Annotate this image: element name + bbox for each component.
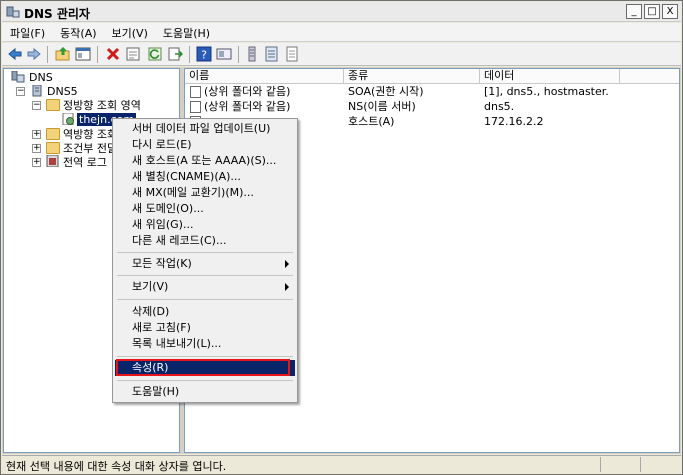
menu-item-export-list[interactable]: 목록 내보내기(L)...	[115, 336, 295, 352]
menu-item-update-server-data-file[interactable]: 서버 데이터 파일 업데이트(U)	[115, 121, 295, 137]
content-area: DNS − DNS5 − 정방향 조회 영역 thejn.com + 역방향 조…	[2, 67, 681, 454]
server-list-icon[interactable]	[244, 46, 260, 62]
menu-item-new-delegation[interactable]: 새 위임(G)...	[115, 217, 295, 233]
tree-node-server[interactable]: − DNS5	[4, 84, 174, 98]
maximize-button[interactable]: □	[644, 4, 660, 19]
menu-item-new-mx[interactable]: 새 MX(메일 교환기)(M)...	[115, 185, 295, 201]
forward-arrow-icon[interactable]	[26, 46, 42, 62]
tree-node-dns[interactable]: DNS	[4, 70, 174, 84]
cell-type: SOA(권한 시작)	[348, 85, 424, 98]
menu-item-other-new-records[interactable]: 다른 새 레코드(C)...	[115, 233, 295, 249]
dns-manager-window: DNS 관리자 _ □ X 파일(F) 동작(A) 보기(V) 도움말(H) ?…	[0, 0, 683, 475]
tree-node-forward-zone[interactable]: − 정방향 조회 영역	[4, 98, 174, 112]
menu-separator	[117, 252, 293, 253]
menu-separator	[117, 275, 293, 276]
dns-zone-icon[interactable]	[264, 46, 280, 62]
properties-icon[interactable]	[125, 46, 141, 62]
menu-help[interactable]: 도움말(H)	[155, 23, 217, 41]
tree-label-conditional-forwarders: 조건부 전달	[63, 142, 118, 155]
cell-data: 172.16.2.2	[484, 115, 544, 128]
folder-icon	[46, 128, 60, 140]
menu-separator	[117, 380, 293, 381]
show-hide-console-tree-icon[interactable]	[75, 46, 91, 62]
expander-plus[interactable]: +	[32, 158, 41, 167]
tree-label-reverse-zone: 역방향 조회	[63, 128, 118, 141]
expander-plus[interactable]: +	[32, 144, 41, 153]
cell-data: dns5.	[484, 100, 515, 113]
column-headers: 이름 종류 데이터	[185, 69, 679, 84]
expander-minus[interactable]: −	[32, 101, 41, 110]
expander-minus[interactable]: −	[16, 87, 25, 96]
tree-label-server: DNS5	[47, 85, 78, 98]
menu-separator	[117, 299, 293, 300]
record-icon	[190, 86, 201, 98]
column-header-name[interactable]: 이름	[185, 69, 344, 84]
menu-item-new-alias[interactable]: 새 별칭(CNAME)(A)...	[115, 169, 295, 185]
close-button[interactable]: X	[662, 4, 678, 19]
menu-item-all-tasks[interactable]: 모든 작업(K)	[115, 256, 295, 272]
minimize-button[interactable]: _	[626, 4, 642, 19]
folder-icon	[46, 99, 60, 111]
annotation-highlight-box	[116, 359, 290, 376]
tree-label-dns: DNS	[29, 71, 53, 84]
menu-view[interactable]: 보기(V)	[104, 23, 155, 41]
menu-separator	[117, 356, 293, 357]
record-icon	[190, 101, 201, 113]
menu-item-view-label: 보기(V)	[132, 280, 169, 293]
event-log-icon	[46, 155, 59, 167]
menu-item-all-tasks-label: 모든 작업(K)	[132, 257, 192, 270]
submenu-arrow-icon	[285, 283, 289, 291]
menu-action[interactable]: 동작(A)	[52, 23, 103, 41]
column-header-type[interactable]: 종류	[344, 69, 480, 84]
export-list-icon[interactable]	[167, 46, 183, 62]
title-bar[interactable]: DNS 관리자 _ □ X	[2, 2, 681, 22]
toolbar-separator	[47, 46, 48, 63]
menu-bar: 파일(F) 동작(A) 보기(V) 도움말(H)	[2, 23, 681, 42]
status-panel	[640, 457, 680, 472]
menu-item-help[interactable]: 도움말(H)	[115, 384, 295, 400]
tree-label-global-logs: 전역 로그	[63, 156, 107, 169]
refresh-icon[interactable]	[147, 46, 163, 62]
window-controls: _ □ X	[626, 4, 678, 19]
record-list-icon[interactable]	[284, 46, 300, 62]
up-folder-icon[interactable]	[55, 46, 71, 62]
dns-app-icon	[6, 6, 20, 18]
cell-data: [1], dns5., hostmaster.	[484, 85, 609, 98]
zone-icon	[62, 113, 74, 125]
status-bar: 현재 선택 내용에 대한 속성 대화 상자를 엽니다.	[2, 455, 681, 473]
status-panel	[600, 457, 640, 472]
dns-root-icon	[11, 71, 25, 83]
svg-text:?: ?	[201, 49, 207, 62]
server-icon	[32, 85, 42, 97]
toolbar-separator	[238, 46, 239, 63]
delete-icon[interactable]	[105, 46, 121, 62]
toolbar-separator	[97, 46, 98, 63]
menu-item-refresh[interactable]: 새로 고침(F)	[115, 320, 295, 336]
status-text: 현재 선택 내용에 대한 속성 대화 상자를 엽니다.	[6, 460, 227, 473]
cell-name: (상위 폴더와 같음)	[204, 100, 291, 113]
cell-type: NS(이름 서버)	[348, 100, 416, 113]
back-arrow-icon[interactable]	[7, 46, 23, 62]
snap-in-icon[interactable]	[216, 46, 232, 62]
table-row[interactable]: (상위 폴더와 같음) NS(이름 서버) dns5.	[185, 100, 679, 115]
cell-name: (상위 폴더와 같음)	[204, 85, 291, 98]
folder-icon	[46, 142, 60, 154]
table-row[interactable]: (상위 폴더와 같음) SOA(권한 시작) [1], dns5., hostm…	[185, 85, 679, 100]
window-title: DNS 관리자	[24, 7, 90, 21]
menu-item-delete[interactable]: 삭제(D)	[115, 304, 295, 320]
submenu-arrow-icon	[285, 260, 289, 268]
column-header-data[interactable]: 데이터	[480, 69, 620, 84]
menu-item-new-domain[interactable]: 새 도메인(O)...	[115, 201, 295, 217]
menu-item-new-host[interactable]: 새 호스트(A 또는 AAAA)(S)...	[115, 153, 295, 169]
menu-file[interactable]: 파일(F)	[2, 23, 52, 41]
toolbar-separator	[189, 46, 190, 63]
menu-item-view[interactable]: 보기(V)	[115, 279, 295, 295]
help-icon[interactable]: ?	[196, 46, 212, 62]
tree-label-forward-zone: 정방향 조회 영역	[63, 99, 141, 112]
menu-item-reload[interactable]: 다시 로드(E)	[115, 137, 295, 153]
expander-plus[interactable]: +	[32, 130, 41, 139]
cell-type: 호스트(A)	[348, 115, 395, 128]
toolbar: ?	[2, 43, 681, 66]
